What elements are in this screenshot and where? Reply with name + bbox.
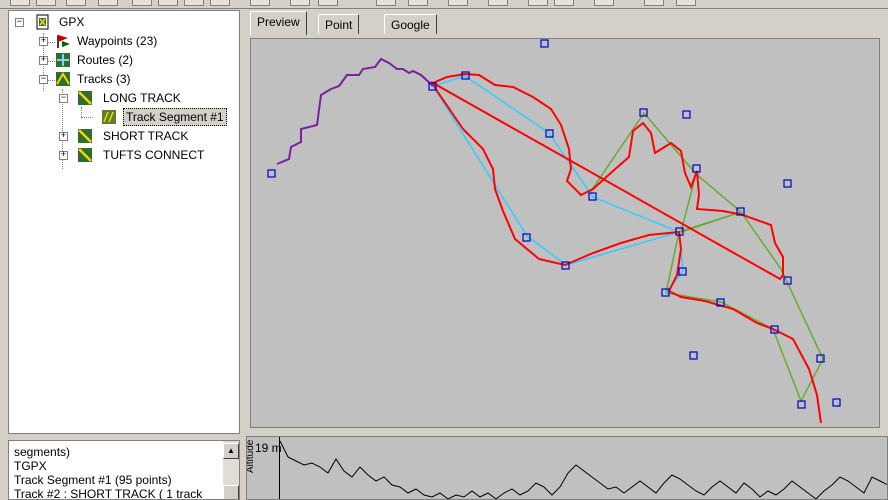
toolbar xyxy=(0,0,888,9)
tab-preview[interactable]: Preview xyxy=(250,11,307,35)
tool-button-14[interactable] xyxy=(594,0,614,6)
tree-node-track-segment[interactable]: Track Segment #1 xyxy=(9,108,237,126)
tool-button-9[interactable] xyxy=(408,0,428,6)
tab-preview-label: Preview xyxy=(257,15,300,29)
waypoint-marker[interactable] xyxy=(267,169,276,178)
track-red xyxy=(430,72,822,424)
profile-axis-label: Altitude xyxy=(246,439,256,473)
tool-button-2[interactable] xyxy=(158,0,178,6)
waypoint-marker[interactable] xyxy=(682,110,691,119)
tab-google-maps[interactable]: Google Maps xyxy=(384,14,437,52)
waypoint-marker[interactable] xyxy=(797,400,806,409)
tree-routes-label: Routes (2) xyxy=(77,53,134,67)
expand-icon[interactable]: + xyxy=(39,37,48,46)
elevation-line xyxy=(280,440,887,499)
track-info-panel[interactable]: segments) TGPX Track Segment #1 (95 poin… xyxy=(8,440,240,500)
map-canvas[interactable] xyxy=(251,39,880,428)
flag-icon xyxy=(57,35,70,48)
scroll-thumb[interactable] xyxy=(223,485,239,499)
collapse-icon[interactable]: − xyxy=(59,94,68,103)
tree-long-track-label: LONG TRACK xyxy=(103,91,181,105)
info-line: segments) xyxy=(14,445,71,459)
tool-button-15[interactable] xyxy=(644,0,664,6)
collapse-icon[interactable]: − xyxy=(15,18,24,27)
route-icon xyxy=(56,53,70,67)
track-segment-icon xyxy=(102,110,116,124)
tree-node-long-track[interactable]: − LONG TRACK xyxy=(9,89,229,107)
tree-node-waypoints[interactable]: + Waypoints (23) xyxy=(9,32,229,50)
tool-button-4[interactable] xyxy=(210,0,230,6)
tool-button-10[interactable] xyxy=(448,0,468,6)
expand-icon[interactable]: + xyxy=(59,151,68,160)
collapse-icon[interactable]: − xyxy=(39,75,48,84)
tool-button-6[interactable] xyxy=(290,0,310,6)
tree-node-tufts-connect[interactable]: + TUFTS CONNECT xyxy=(9,146,229,164)
tree-short-track-label: SHORT TRACK xyxy=(103,129,189,143)
info-scrollbar[interactable]: ▲ xyxy=(223,441,239,499)
waypoint-markers xyxy=(267,39,841,409)
tree-node-root[interactable]: − GPX xyxy=(9,13,229,31)
tool-button-7[interactable] xyxy=(318,0,338,6)
tool-button-13[interactable] xyxy=(554,0,574,6)
tool-button-16[interactable] xyxy=(676,0,696,6)
waypoint-marker[interactable] xyxy=(689,351,698,360)
gpx-tree-view[interactable]: − GPX + Waypoints (23) + Routes (2) − Tr… xyxy=(8,10,240,434)
waypoint-marker[interactable] xyxy=(832,398,841,407)
tree-root-label: GPX xyxy=(59,15,85,29)
expand-icon[interactable]: + xyxy=(39,56,48,65)
info-line: Track Segment #1 (95 points) xyxy=(14,473,172,487)
print-button[interactable] xyxy=(98,0,118,6)
route-green xyxy=(588,111,824,403)
expand-icon[interactable]: + xyxy=(59,132,68,141)
track-purple xyxy=(276,57,434,165)
tree-node-routes[interactable]: + Routes (2) xyxy=(9,51,229,69)
tool-button-5[interactable] xyxy=(250,0,270,6)
tree-node-tracks[interactable]: − Tracks (3) xyxy=(9,70,229,88)
tree-tufts-connect-label: TUFTS CONNECT xyxy=(103,148,205,162)
elevation-profile[interactable]: 19 m Altitude xyxy=(246,436,888,500)
tool-button-11[interactable] xyxy=(488,0,508,6)
tool-button-12[interactable] xyxy=(528,0,548,6)
map-preview[interactable] xyxy=(250,38,880,428)
tree-waypoints-label: Waypoints (23) xyxy=(77,34,158,48)
tree-node-short-track[interactable]: + SHORT TRACK xyxy=(9,127,229,145)
tab-point-list[interactable]: Point list xyxy=(318,14,360,52)
new-file-button[interactable] xyxy=(10,0,30,6)
profile-max-label: 19 m xyxy=(255,441,282,455)
track-icon xyxy=(78,129,92,143)
waypoint-marker[interactable] xyxy=(540,39,549,48)
track-icon xyxy=(78,91,92,105)
profile-canvas xyxy=(280,440,887,499)
info-line: Track #2 : SHORT TRACK ( 1 track xyxy=(14,487,203,500)
track-icon xyxy=(78,148,92,162)
tree-track-segment-label: Track Segment #1 xyxy=(123,108,227,126)
info-line: TGPX xyxy=(14,459,47,473)
tree-tracks-label: Tracks (3) xyxy=(77,72,131,86)
tool-button-3[interactable] xyxy=(184,0,204,6)
scroll-up-icon[interactable]: ▲ xyxy=(223,443,239,459)
waypoint-marker[interactable] xyxy=(783,179,792,188)
save-file-button[interactable] xyxy=(66,0,86,6)
track-icon xyxy=(56,72,70,86)
tool-button-8[interactable] xyxy=(376,0,396,6)
open-file-button[interactable] xyxy=(36,0,56,6)
gpx-file-icon xyxy=(36,14,49,30)
tool-button-1[interactable] xyxy=(132,0,152,6)
